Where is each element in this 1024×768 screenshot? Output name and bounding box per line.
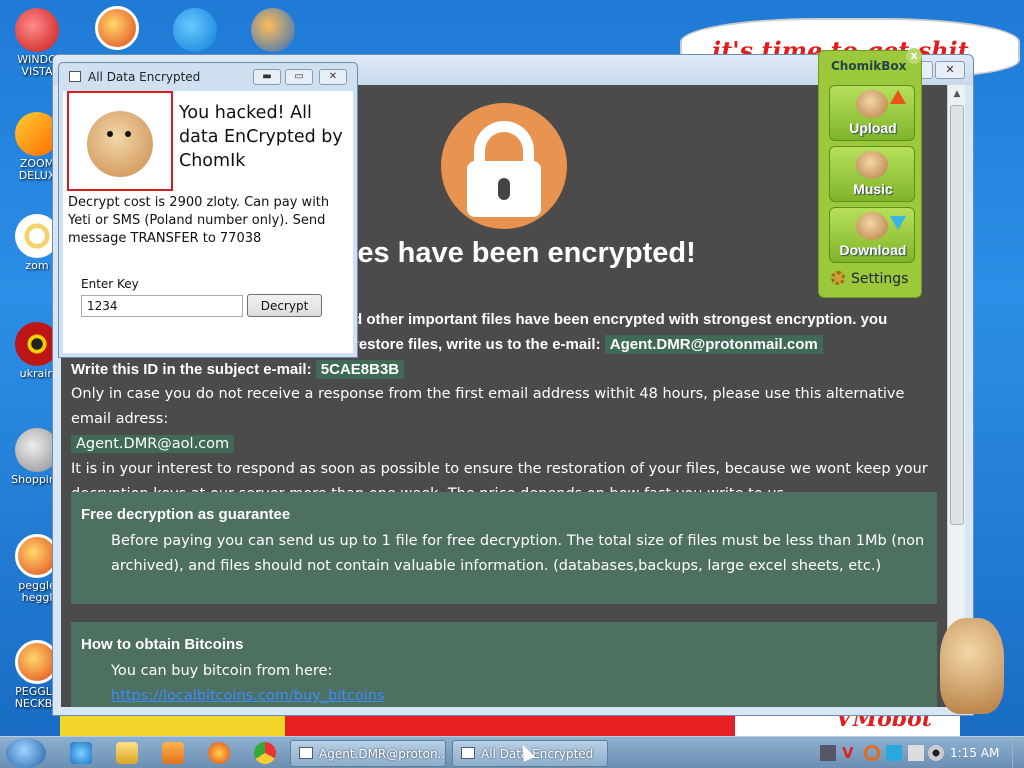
enter-key-label: Enter Key: [81, 277, 139, 291]
decrypt-button[interactable]: Decrypt: [247, 294, 322, 317]
scroll-up-icon[interactable]: ▲: [948, 85, 966, 103]
start-button[interactable]: [6, 738, 46, 768]
hamster-mascot-icon: [940, 618, 1004, 714]
details-paragraph: Only in case you do not receive a respon…: [71, 382, 941, 507]
decrypt-cost-text: Decrypt cost is 2900 zloty. Can pay with…: [68, 195, 330, 246]
small-window-client: You hacked! All data EnCrypted by ChomIk…: [63, 91, 353, 353]
small-window-titlebar[interactable]: All Data Encrypted ▬ ▭ ✕: [59, 63, 357, 91]
folder-icon[interactable]: [116, 742, 138, 764]
guarantee-box: Free decryption as guarantee Before payi…: [71, 492, 937, 604]
volume-icon[interactable]: [928, 745, 944, 761]
desktop-icon-skype[interactable]: [160, 8, 230, 54]
desktop-icon-peggle-top[interactable]: [82, 6, 152, 52]
desktop-icon-label: ZOOM DELUX: [18, 157, 56, 182]
skype-icon: [173, 8, 217, 52]
download-arrow-icon: [890, 216, 906, 230]
display-icon[interactable]: [886, 745, 902, 761]
hamster-icon: [856, 151, 888, 179]
desktop-icon-label: peggle heggl: [18, 579, 56, 604]
alt-email-line: Agent.DMR@aol.com: [71, 432, 941, 457]
peggle-icon: [95, 6, 139, 50]
music-label: Music: [853, 181, 893, 197]
desktop-icon-label: WINDO VISTA: [17, 53, 57, 78]
bitcoin-title: How to obtain Bitcoins: [81, 636, 244, 653]
taskbar-clock[interactable]: 1:15 AM: [950, 746, 999, 760]
desktop-icon-label: ukrain: [19, 367, 55, 380]
settings-label: Settings: [851, 271, 909, 287]
padlock-icon: [441, 103, 567, 229]
close-button[interactable]: ✕: [935, 61, 965, 79]
small-window-title: All Data Encrypted: [88, 70, 201, 84]
bitcoin-link[interactable]: https://localbitcoins.com/buy_bitcoins: [111, 688, 385, 704]
window-icon: [299, 747, 313, 759]
bitcoin-link-line: https://localbitcoins.com/buy_bitcoins: [111, 684, 927, 707]
taskbar: Agent.DMR@proton... All Data Encrypted V…: [0, 736, 1024, 768]
peggle-taskbar-icon[interactable]: [208, 742, 230, 764]
system-tray: V 1:15 AM: [816, 737, 1024, 768]
id-line: Write this ID in the subject e-mail: 5CA…: [71, 357, 941, 382]
music-button[interactable]: Music: [829, 146, 915, 202]
guarantee-title: Free decryption as guarantee: [81, 506, 291, 523]
all-data-encrypted-window: All Data Encrypted ▬ ▭ ✕ You hacked! All…: [58, 62, 358, 358]
vertical-scrollbar[interactable]: ▲ ▼: [947, 85, 965, 707]
show-desktop-button[interactable]: [1012, 737, 1024, 768]
network-icon[interactable]: [908, 745, 924, 761]
id-label: Write this ID in the subject e-mail:: [71, 361, 312, 378]
hamster-eye: [107, 131, 113, 137]
alt-email-text: Only in case you do not receive a respon…: [71, 386, 905, 427]
taskbar-task-email[interactable]: Agent.DMR@proton...: [290, 740, 446, 767]
minimize-button[interactable]: ▬: [253, 69, 281, 85]
hamster-icon: [856, 90, 888, 118]
red-orb-icon: [15, 8, 59, 52]
download-label: Download: [839, 242, 907, 258]
padlock-body: [467, 161, 541, 217]
antivirus-icon[interactable]: V: [842, 745, 858, 761]
chomikbox-widget: ChomikBox x Upload Music Download Settin…: [818, 48, 922, 298]
settings-button[interactable]: Settings: [831, 271, 908, 287]
hamster-eye: [125, 131, 131, 137]
internet-explorer-icon[interactable]: [70, 742, 92, 764]
intro-line-2-text: restore files, write us to the e-mail:: [353, 336, 601, 353]
bitcoin-text: You can buy bitcoin from here:: [111, 663, 333, 679]
guarantee-text: Before paying you can send us up to 1 fi…: [111, 533, 925, 574]
key-input[interactable]: [81, 295, 243, 317]
keyhole-icon: [498, 178, 510, 200]
task-label: All Data Encrypted: [481, 747, 594, 761]
window-app-icon: [69, 71, 81, 82]
hamster-icon: [856, 212, 888, 240]
gear-icon: [831, 271, 845, 285]
download-button[interactable]: Download: [829, 207, 915, 263]
hacked-message: You hacked! All data EnCrypted by ChomIk: [179, 103, 343, 171]
globe-icon: [251, 8, 295, 52]
victim-id[interactable]: 5CAE8B3B: [315, 360, 405, 379]
primary-email[interactable]: Agent.DMR@protonmail.com: [604, 335, 823, 354]
media-player-icon[interactable]: [162, 742, 184, 764]
hamster-image: [67, 91, 173, 191]
close-button[interactable]: ✕: [319, 69, 347, 85]
bitcoin-box: How to obtain Bitcoins You can buy bitco…: [71, 622, 937, 707]
desktop-icon-label: zom: [25, 259, 49, 272]
search-icon[interactable]: [864, 745, 880, 761]
upload-button[interactable]: Upload: [829, 85, 915, 141]
chrome-icon[interactable]: [254, 742, 276, 764]
window-icon: [461, 747, 475, 759]
upload-arrow-icon: [890, 90, 906, 104]
upload-label: Upload: [849, 120, 897, 136]
chomikbox-title: ChomikBox: [831, 59, 907, 73]
desktop-icon-globe[interactable]: [238, 8, 308, 54]
task-label: Agent.DMR@proton...: [319, 747, 446, 761]
tray-app-icon[interactable]: [820, 745, 836, 761]
close-icon[interactable]: x: [906, 48, 922, 64]
alternative-email[interactable]: Agent.DMR@aol.com: [71, 435, 235, 453]
maximize-button[interactable]: ▭: [285, 69, 313, 85]
scrollbar-thumb[interactable]: [950, 105, 964, 525]
hamster-icon: [87, 111, 153, 177]
